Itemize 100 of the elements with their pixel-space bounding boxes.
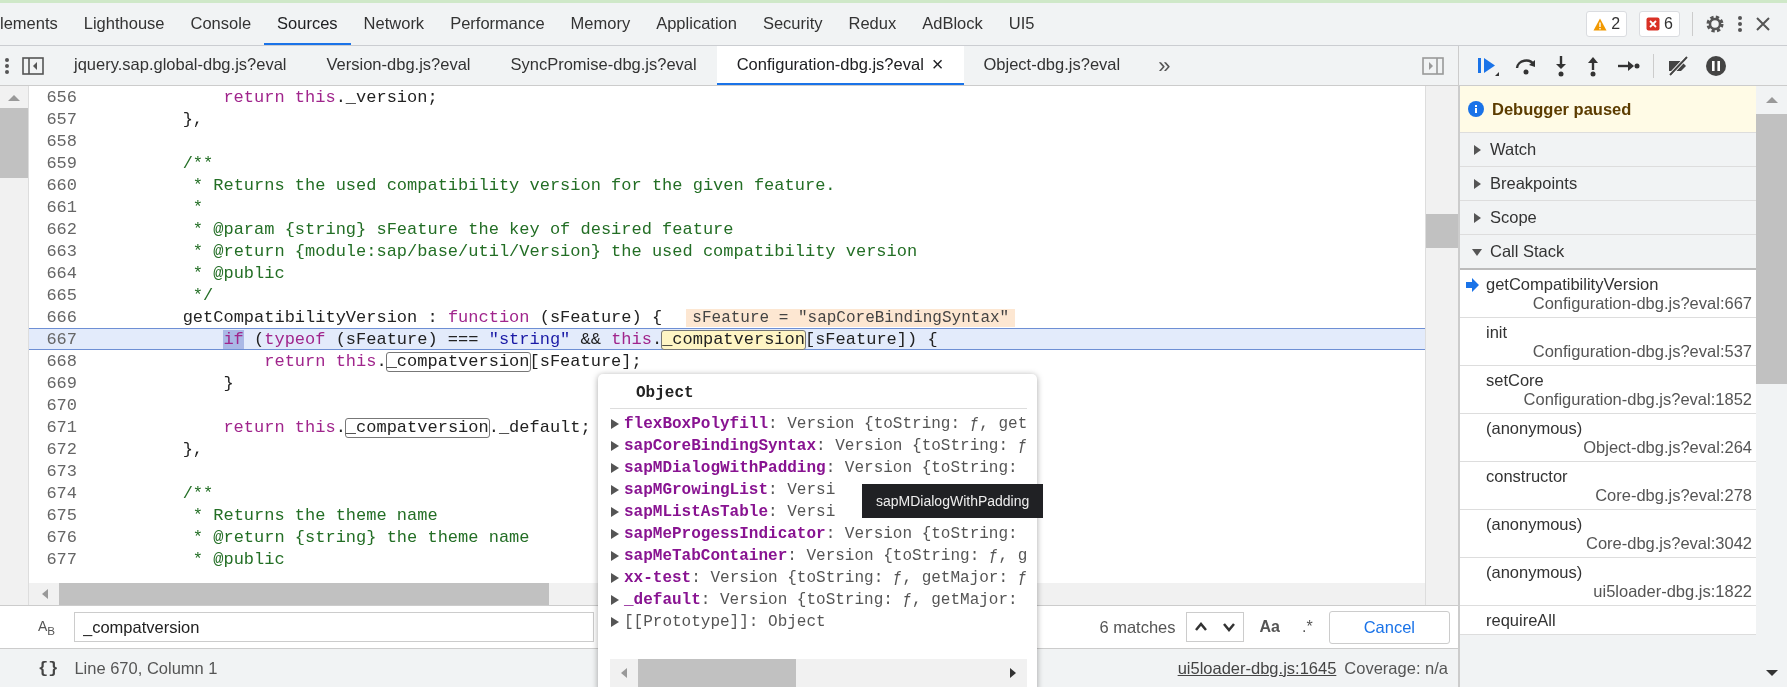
property-row[interactable]: flexBoxPolyfill: Version {toString: ƒ, get	[610, 413, 1028, 435]
call-frame[interactable]: (anonymous) Object-dbg.js?eval:264	[1460, 414, 1756, 462]
frame-location: Core-dbg.js?eval:3042	[1585, 534, 1752, 553]
panel-tab[interactable]: Memory	[557, 3, 644, 45]
scrollbar-thumb[interactable]	[0, 108, 28, 178]
call-frame[interactable]: constructor Core-dbg.js?eval:278	[1460, 462, 1756, 510]
frame-location: Configuration-dbg.js?eval:667	[1532, 294, 1752, 313]
regex-button[interactable]: .*	[1295, 618, 1319, 636]
cursor-position: Line 670, Column 1	[74, 658, 218, 678]
error-icon	[1646, 17, 1661, 31]
coverage-text: Coverage: n/a	[1344, 658, 1448, 678]
code-text: ._version;	[335, 88, 438, 107]
call-frame[interactable]: requireAll	[1460, 606, 1756, 635]
file-tab[interactable]: SyncPromise-dbg.js?eval	[490, 46, 717, 85]
code-comment: */	[192, 286, 214, 305]
pretty-print-button[interactable]: {}	[38, 658, 59, 678]
property-row[interactable]: sapMDialogWithPadding: Version {toString:	[610, 457, 1028, 479]
line-number: 664	[45, 263, 78, 283]
file-tab[interactable]: jquery.sap.global-dbg.js?eval	[54, 46, 307, 85]
function-name: requireAll	[1486, 611, 1556, 630]
panel-tab[interactable]: Console	[177, 3, 265, 45]
call-frame[interactable]: (anonymous) ui5loader-dbg.js:1822	[1460, 558, 1756, 606]
replace-toggle-button[interactable]: A$_{B}$	[38, 617, 64, 637]
file-tab[interactable]: Version-dbg.js?eval	[306, 46, 491, 85]
property-row[interactable]: [[Prototype]]: Object	[610, 611, 1028, 633]
more-options-icon[interactable]	[1737, 14, 1743, 34]
file-tab-label: Configuration-dbg.js?eval	[736, 55, 924, 74]
line-number: 657	[45, 109, 78, 129]
cancel-button[interactable]: Cancel	[1328, 610, 1450, 644]
line-number: 667	[45, 329, 78, 349]
errors-button[interactable]: 6	[1639, 11, 1680, 37]
scrollbar[interactable]	[1425, 86, 1458, 605]
panel-tab[interactable]: lements	[0, 3, 71, 45]
settings-icon[interactable]	[1705, 14, 1725, 34]
match-case-button[interactable]: Aa	[1253, 618, 1286, 636]
source-link[interactable]: ui5loader-dbg.js:1645	[1177, 658, 1337, 678]
code-keyword: function	[447, 308, 530, 327]
scroll-down-arrow-icon[interactable]	[1764, 669, 1779, 677]
panel-tab[interactable]: Redux	[835, 3, 910, 45]
code-text: (sFeature) {	[539, 308, 663, 327]
sidebar-toggle-icon[interactable]	[1422, 56, 1444, 75]
panel-tab[interactable]: Network	[350, 3, 438, 45]
search-field[interactable]: _compatversion	[74, 612, 594, 642]
property-key: sapMeProgessIndicator	[624, 525, 826, 543]
error-count: 6	[1664, 15, 1673, 33]
panel-tab[interactable]: Lighthouse	[70, 3, 178, 45]
tab-close-button[interactable]: ×	[931, 53, 944, 76]
line-number: 674	[45, 483, 78, 503]
match-count: 6 matches	[1099, 617, 1176, 637]
panel-tab[interactable]: AdBlock	[909, 3, 996, 45]
code-comment: * @public	[192, 264, 285, 283]
property-row[interactable]: _default: Version {toString: ƒ, getMajor:	[610, 589, 1028, 611]
pause-on-exceptions-icon[interactable]	[1704, 53, 1728, 78]
scrollbar-thumb[interactable]	[1756, 114, 1787, 384]
warnings-button[interactable]: 2	[1586, 11, 1628, 37]
close-icon[interactable]	[1755, 16, 1771, 32]
scrollbar-thumb[interactable]	[638, 659, 796, 687]
scrollbar[interactable]	[610, 659, 1028, 687]
call-frame[interactable]: (anonymous) Core-dbg.js?eval:3042	[1460, 510, 1756, 558]
file-tab[interactable]: Configuration-dbg.js?eval ×	[716, 46, 964, 85]
property-row[interactable]: sapMeTabContainer: Version {toString: ƒ, g	[610, 545, 1028, 567]
scroll-up-arrow-icon[interactable]	[1764, 96, 1779, 104]
line-number: 670	[45, 395, 78, 415]
property-value: : Version {toString: ƒ, get	[768, 415, 1028, 433]
property-value: : Version {toString:	[825, 525, 1018, 543]
panel-tab[interactable]: Application	[643, 3, 750, 45]
code-text: [sFeature]) {	[804, 330, 938, 349]
property-key: _default	[624, 591, 701, 609]
info-icon	[1468, 101, 1484, 117]
code-comment: * @param {string} sFeature the key of desired feature	[192, 220, 734, 239]
more-options-icon[interactable]	[4, 55, 10, 76]
panel-tab[interactable]: Security	[749, 3, 836, 45]
expand-arrow-icon	[610, 550, 620, 562]
property-row[interactable]: sapCoreBindingSyntax: Version {toString: ƒ	[610, 435, 1028, 457]
scrollbar[interactable]	[0, 86, 29, 605]
line-number: 669	[45, 373, 78, 393]
scroll-right-arrow-icon[interactable]	[1009, 667, 1018, 679]
call-frame[interactable]: setCore Configuration-dbg.js?eval:1852	[1460, 366, 1756, 414]
line-number: 668	[45, 351, 78, 371]
property-key: sapMDialogWithPadding	[624, 459, 826, 477]
sidebar-toggle-icon[interactable]	[22, 56, 44, 75]
call-frame[interactable]: init Configuration-dbg.js?eval:537	[1460, 318, 1756, 366]
property-value: : Versi	[768, 481, 836, 499]
line-number: 666	[45, 307, 78, 327]
property-row[interactable]: xx-test: Version {toString: ƒ, getMajor: ƒ	[610, 567, 1028, 589]
frame-location: Object-dbg.js?eval:264	[1583, 438, 1752, 457]
more-tabs-button[interactable]: »	[1140, 52, 1189, 79]
panel-tab[interactable]: UI5	[995, 3, 1048, 45]
expand-arrow-icon	[610, 506, 620, 518]
scrollbar-thumb[interactable]	[1426, 214, 1458, 248]
code-text: (	[254, 330, 265, 349]
code-text: (sFeature) ===	[335, 330, 480, 349]
code-text: ._default;	[488, 418, 591, 437]
panel-tab[interactable]: Performance	[437, 3, 558, 45]
line-number: 661	[45, 197, 78, 217]
function-name: (anonymous)	[1486, 563, 1583, 582]
scrollbar-thumb[interactable]	[59, 583, 549, 605]
file-tab[interactable]: Object-dbg.js?eval	[963, 46, 1141, 85]
call-frame[interactable]: getCompatibilityVersion Configuration-dbg.js?eval:667	[1460, 270, 1756, 318]
property-row[interactable]: sapMeProgessIndicator: Version {toString:	[610, 523, 1028, 545]
